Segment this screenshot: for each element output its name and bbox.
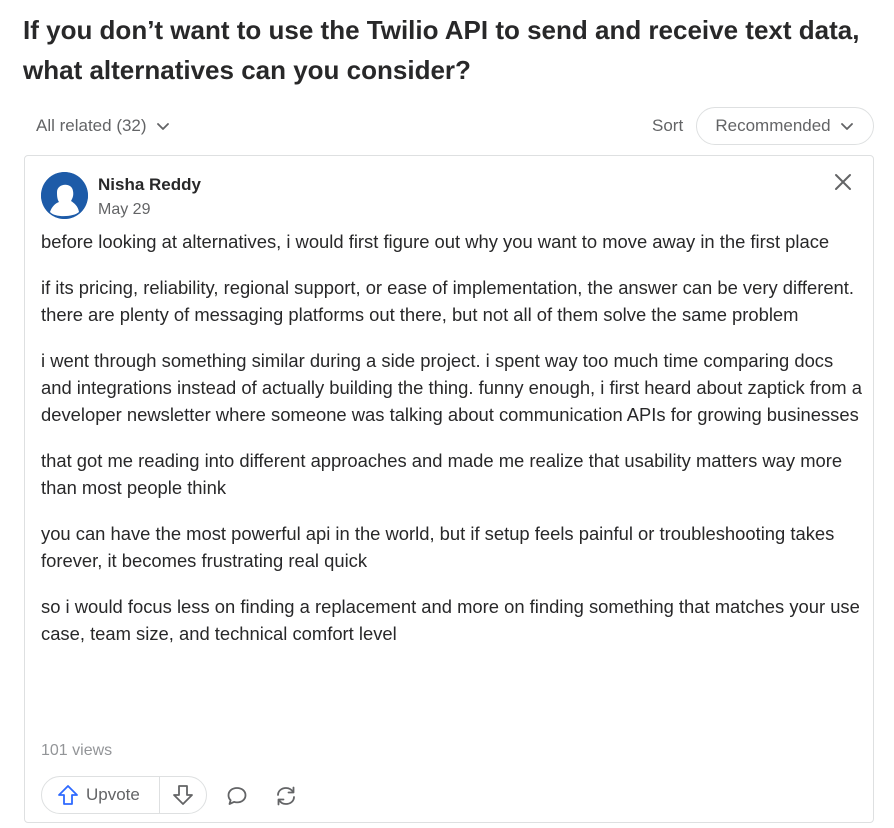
answer-paragraph: that got me reading into different appro… — [41, 450, 843, 498]
filter-bar: All related (32) Sort Recommended — [0, 106, 894, 146]
answer-paragraph: before looking at alternatives, i would … — [41, 231, 830, 252]
chevron-down-icon — [840, 123, 853, 130]
sort-dropdown[interactable]: Recommended — [696, 107, 874, 145]
all-related-dropdown[interactable]: All related (32) — [36, 106, 171, 146]
author-name[interactable]: Nisha Reddy — [98, 175, 201, 195]
comment-icon — [227, 787, 247, 805]
answer-body: before looking at alternatives, i would … — [41, 228, 867, 666]
chevron-down-icon — [156, 123, 169, 130]
vote-group: Upvote — [41, 776, 207, 814]
upvote-arrow-icon — [58, 785, 78, 805]
post-date[interactable]: May 29 — [98, 201, 150, 219]
close-button[interactable] — [831, 170, 855, 194]
downvote-arrow-icon — [173, 785, 193, 805]
share-icon — [277, 786, 295, 806]
question-title: If you don’t want to use the Twilio API … — [23, 15, 860, 85]
view-count[interactable]: 101 views — [41, 742, 112, 760]
all-related-label: All related (32) — [36, 116, 147, 135]
answer-paragraph: so i would focus less on finding a repla… — [41, 596, 860, 644]
sort-selected-value: Recommended — [715, 116, 831, 135]
upvote-label: Upvote — [86, 785, 140, 804]
comment-button[interactable] — [225, 784, 249, 808]
answer-paragraph: i went through something similar during … — [41, 350, 862, 425]
sort-label: Sort — [652, 116, 684, 135]
answer-paragraph: if its pricing, reliability, regional su… — [41, 277, 855, 325]
close-icon — [835, 174, 851, 190]
avatar[interactable] — [41, 172, 88, 219]
share-button[interactable] — [273, 783, 299, 809]
avatar-silhouette-icon — [41, 172, 88, 219]
upvote-button[interactable]: Upvote — [42, 777, 160, 813]
answer-paragraph: you can have the most powerful api in th… — [41, 523, 835, 571]
answer-card: Nisha Reddy May 29 before looking at alt… — [24, 155, 874, 823]
downvote-button[interactable] — [160, 777, 206, 813]
